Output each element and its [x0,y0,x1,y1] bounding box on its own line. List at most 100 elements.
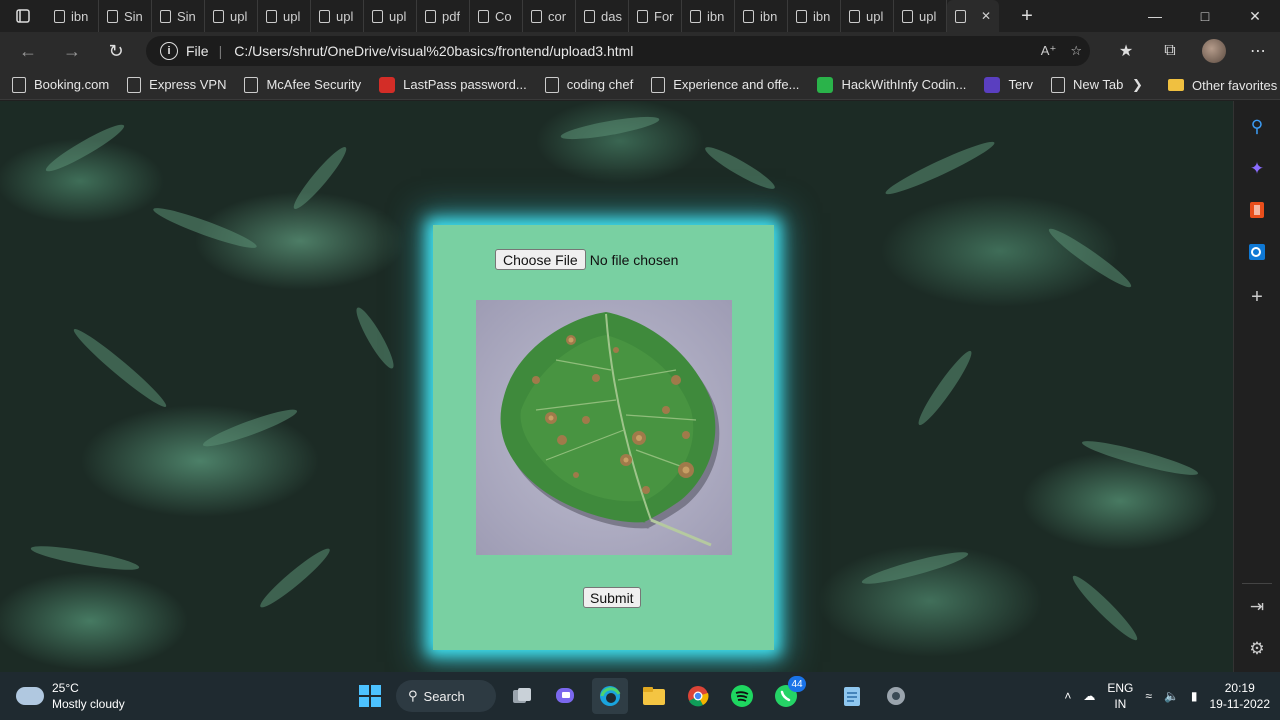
favorite-item[interactable]: Experience and offe... [651,76,799,93]
folder-icon [1168,79,1184,91]
page-icon [796,9,807,23]
page-icon [743,9,754,23]
start-button[interactable] [352,678,388,714]
wifi-icon[interactable]: ≈ [1145,689,1152,703]
favorite-label: HackWithInfy Codin... [841,77,967,92]
volume-icon[interactable]: 🔈 [1164,689,1179,703]
tab-label: upl [866,8,884,24]
browser-tab[interactable]: upl [841,0,894,32]
page-icon [160,9,171,23]
favorite-item[interactable]: Terv [984,76,1033,93]
navigation-bar: ← → ↻ i File | C:/Users/shrut/OneDrive/v… [0,32,1280,70]
clock-time: 20:19 [1224,681,1255,695]
browser-tab[interactable]: ibn [788,0,841,32]
browser-tab[interactable]: upl [258,0,311,32]
profile-button[interactable] [1192,32,1236,70]
minimize-button[interactable]: — [1130,0,1180,32]
back-button[interactable]: ← [6,32,50,70]
add-favorite-icon[interactable]: ☆ [1070,43,1082,59]
page-icon [902,9,913,23]
task-view-icon[interactable] [504,678,540,714]
system-tray: ˄ ☁ ENG IN ≈ 🔈 ▮ 20:19 19-11-2022 [1064,672,1270,720]
page-icon [584,9,595,23]
more-menu-icon[interactable]: ⋯ [1236,32,1280,70]
browser-tab[interactable]: ibn [46,0,99,32]
browser-tab[interactable]: upl [311,0,364,32]
notepad-icon[interactable] [834,678,870,714]
favorite-item[interactable]: Express VPN [127,76,226,93]
info-icon[interactable]: i [160,42,178,60]
browser-tab[interactable]: upl [205,0,258,32]
chrome-logo [688,686,709,707]
favorite-item[interactable]: LastPass password... [379,76,527,93]
copilot-icon[interactable]: ✦ [1245,157,1269,181]
close-tab-icon[interactable]: ✕ [981,9,991,23]
browser-tab[interactable]: upl [364,0,417,32]
address-bar[interactable]: i File | C:/Users/shrut/OneDrive/visual%… [146,36,1090,66]
choose-file-button[interactable]: Choose File [495,249,586,270]
favorites-icon[interactable]: ★ [1104,32,1148,70]
tab-label: For [654,8,674,24]
forward-button[interactable]: → [50,32,94,70]
settings-gear-icon[interactable]: ⚙ [1245,637,1269,661]
browser-tab[interactable]: upl [894,0,947,32]
favorite-item[interactable]: New Tab [1051,76,1123,93]
maximize-button[interactable]: □ [1180,0,1230,32]
favorite-item[interactable]: Booking.com [12,76,109,93]
browser-tab[interactable]: cor [523,0,576,32]
tab-actions-button[interactable] [0,0,46,32]
hide-sidebar-icon[interactable]: ⇥ [1245,595,1269,619]
language-indicator[interactable]: ENG IN [1107,680,1133,712]
favorite-item[interactable]: McAfee Security [244,76,362,93]
browser-tab[interactable]: Sin [99,0,152,32]
battery-icon[interactable]: ▮ [1191,689,1198,703]
browser-tab[interactable]: For [629,0,682,32]
windows-logo-icon [359,685,381,707]
file-explorer-icon[interactable] [636,678,672,714]
search-icon[interactable]: ⚲ [1245,115,1269,139]
whatsapp-icon[interactable]: 44 [768,676,806,714]
browser-tab[interactable]: ibn [735,0,788,32]
favorite-item[interactable]: HackWithInfy Codin... [817,76,967,93]
outlook-icon[interactable] [1245,240,1269,264]
browser-tab[interactable]: Sin [152,0,205,32]
file-input[interactable]: Choose File No file chosen [495,249,678,270]
favorites-overflow-chevron-icon[interactable]: ❯ [1132,70,1143,100]
address-url[interactable]: C:/Users/shrut/OneDrive/visual%20basics/… [234,43,633,59]
favorite-label: McAfee Security [266,77,362,92]
page-icon [478,9,489,23]
tab-label: ibn [71,8,89,24]
browser-tab[interactable]: ✕ [947,0,999,32]
file-status-text: No file chosen [589,251,679,268]
tab-label: upl [230,8,248,24]
browser-tab[interactable]: das [576,0,629,32]
taskbar-search[interactable]: ⚲ Search [396,680,496,712]
chrome-icon[interactable] [680,678,716,714]
onedrive-cloud-icon[interactable]: ☁ [1083,689,1095,703]
close-window-button[interactable]: ✕ [1230,0,1280,32]
browser-tab[interactable]: ibn [682,0,735,32]
new-tab-button[interactable]: + [1009,0,1045,32]
office-icon[interactable] [1245,198,1269,222]
collections-icon[interactable]: ⧉ [1148,32,1192,70]
add-sidebar-app-icon[interactable]: + [1245,285,1269,309]
browser-tab[interactable]: Co [470,0,523,32]
edge-browser-icon[interactable] [592,678,628,714]
tab-actions-icon [16,9,30,23]
spotify-icon[interactable] [724,678,760,714]
favorite-item[interactable]: coding chef [544,76,633,93]
tab-label: ibn [760,8,778,24]
clock[interactable]: 20:19 19-11-2022 [1210,680,1271,712]
submit-button[interactable]: Submit [583,587,641,608]
settings-app-icon[interactable] [878,678,914,714]
browser-tab[interactable]: pdf [417,0,470,32]
other-favorites-folder[interactable]: Other favorites [1168,70,1277,100]
weather-widget[interactable]: 25°C Mostly cloudy [16,680,125,712]
read-aloud-icon[interactable]: A⁺ [1041,43,1057,59]
refresh-button[interactable]: ↻ [94,32,138,70]
show-hidden-icons-chevron-icon[interactable]: ˄ [1064,689,1071,703]
page-icon [319,9,330,23]
teams-chat-icon[interactable] [548,678,584,714]
page-icon [544,76,559,93]
page-icon [107,9,118,23]
